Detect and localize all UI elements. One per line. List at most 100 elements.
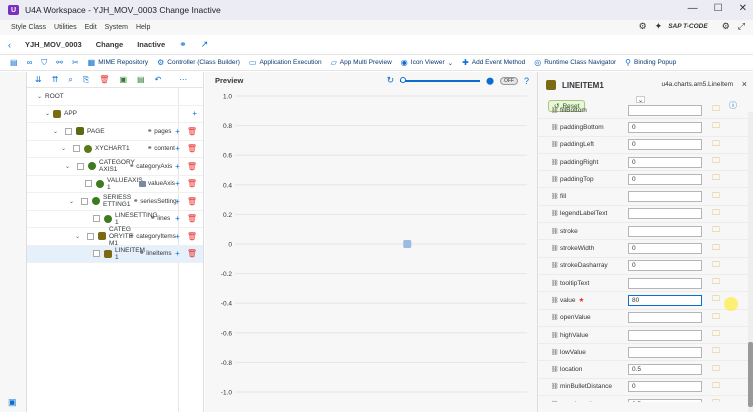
node-checkbox[interactable] bbox=[73, 145, 80, 153]
search-icon[interactable]: ⌕ bbox=[68, 75, 72, 85]
scrollbar-thumb[interactable] bbox=[748, 342, 753, 407]
collapse-icon[interactable]: ⌄ bbox=[61, 145, 69, 152]
help-icon[interactable]: ? bbox=[524, 76, 529, 86]
zoom-max-icon[interactable]: ⬤ bbox=[486, 77, 494, 85]
maximize-icon[interactable]: ☐ bbox=[714, 3, 723, 14]
delete-node-icon[interactable]: 🗑 bbox=[187, 249, 197, 258]
add-child-icon[interactable]: + bbox=[175, 144, 180, 153]
add-child-icon[interactable]: + bbox=[175, 162, 180, 171]
menu-utilities[interactable]: Utilities bbox=[54, 24, 77, 31]
delete-node-icon[interactable]: 🗑 bbox=[187, 144, 197, 153]
property-value-input[interactable]: 0 bbox=[628, 139, 702, 151]
property-value-input[interactable]: 0.5 bbox=[628, 398, 702, 402]
node-checkbox[interactable] bbox=[87, 232, 94, 240]
add-child-icon[interactable]: + bbox=[192, 109, 197, 118]
property-value-input[interactable] bbox=[628, 346, 702, 358]
preview-toggle[interactable]: OFF bbox=[499, 76, 518, 85]
property-value-input[interactable]: 0.5 bbox=[628, 364, 702, 376]
delete-node-icon[interactable]: 🗑 bbox=[187, 179, 197, 188]
collapse-icon[interactable]: ⌄ bbox=[69, 198, 77, 205]
binding-folder-icon[interactable]: 🗀 bbox=[712, 276, 720, 290]
preferences-gear-icon[interactable]: ⚙ bbox=[722, 21, 730, 32]
node-checkbox[interactable] bbox=[93, 215, 100, 223]
menu-style-class[interactable]: Style Class bbox=[11, 24, 46, 31]
expand-all-icon[interactable]: ⇊ bbox=[35, 75, 42, 84]
property-value-input[interactable] bbox=[628, 277, 702, 289]
minimize-icon[interactable]: — bbox=[688, 3, 698, 14]
app-multi-preview-button[interactable]: ▱ App Multi Preview bbox=[331, 58, 392, 67]
tree-row-line-item[interactable]: LINEITEM 1 ⚭ lineItems + 🗑 bbox=[27, 245, 203, 263]
link-icon[interactable]: ∞ bbox=[27, 58, 33, 67]
property-value-input[interactable]: 0 bbox=[628, 121, 702, 133]
tree-row-app[interactable]: ⌄ APP + bbox=[27, 106, 203, 123]
menu-edit[interactable]: Edit bbox=[85, 24, 97, 31]
collapse-icon[interactable]: ⌄ bbox=[65, 163, 73, 170]
property-value-input[interactable]: 0 bbox=[628, 243, 702, 255]
binding-folder-icon[interactable]: 🗀 bbox=[712, 190, 720, 204]
delete-icon[interactable]: 🗑 bbox=[99, 75, 109, 84]
binding-folder-icon[interactable]: 🗀 bbox=[712, 155, 720, 169]
property-value-input[interactable] bbox=[628, 329, 702, 341]
binding-folder-icon[interactable]: 🗀 bbox=[712, 311, 720, 325]
settings-gear-icon[interactable]: ⚙ bbox=[639, 21, 647, 32]
property-value-input[interactable]: 0 bbox=[628, 173, 702, 185]
expand-icon[interactable]: ⤢ bbox=[738, 21, 745, 32]
back-chevron-icon[interactable]: ‹ bbox=[8, 40, 11, 50]
tree-row-root[interactable]: ⌄ ROOT bbox=[27, 88, 203, 106]
node-checkbox[interactable] bbox=[85, 180, 92, 188]
zoom-slider-thumb[interactable] bbox=[400, 76, 407, 83]
tools-icon[interactable]: ✂ bbox=[72, 58, 79, 67]
icon-viewer-button[interactable]: ◉ Icon Viewer ⌄ bbox=[401, 58, 453, 67]
add-child-icon[interactable]: + bbox=[175, 179, 180, 188]
move-icon[interactable]: ▤ bbox=[137, 75, 145, 84]
property-value-input[interactable] bbox=[628, 208, 702, 220]
add-event-method-button[interactable]: ✚ Add Event Method bbox=[462, 58, 525, 67]
delete-node-icon[interactable]: 🗑 bbox=[187, 214, 197, 223]
node-checkbox[interactable] bbox=[77, 162, 84, 170]
property-value-input[interactable]: 80 bbox=[628, 294, 738, 311]
controller-class-builder-button[interactable]: ⚙ Controller (Class Builder) bbox=[157, 58, 240, 67]
binding-popup-button[interactable]: ⚲ Binding Popup bbox=[625, 58, 676, 67]
help-book-icon[interactable]: ▣ bbox=[8, 397, 17, 408]
binding-folder-icon[interactable]: 🗀 bbox=[712, 207, 720, 221]
binding-folder-icon[interactable]: 🗀 bbox=[712, 397, 720, 402]
binding-folder-icon[interactable]: 🗀 bbox=[712, 172, 720, 186]
properties-scrollbar[interactable] bbox=[748, 112, 753, 412]
zoom-slider[interactable] bbox=[400, 76, 481, 83]
collapse-icon[interactable]: ⌄ bbox=[75, 233, 83, 240]
tree-row-xychart[interactable]: ⌄ XYCHART1 ⚭ content + 🗑 bbox=[27, 141, 203, 158]
binding-folder-icon[interactable]: 🗀 bbox=[712, 224, 720, 238]
binding-folder-icon[interactable]: 🗀 bbox=[712, 380, 720, 394]
shield-icon[interactable]: ⛉ bbox=[41, 58, 47, 68]
node-checkbox[interactable] bbox=[81, 197, 88, 205]
tree-row-page[interactable]: ⌄ PAGE ⚭ pages + 🗑 bbox=[27, 123, 203, 141]
sap-tcode-icon[interactable]: ✦ bbox=[655, 21, 663, 32]
add-child-icon[interactable]: + bbox=[175, 214, 180, 223]
more-icon[interactable]: ⋯ bbox=[179, 75, 187, 84]
paste-icon[interactable]: ▣ bbox=[119, 75, 127, 84]
collapse-all-icon[interactable]: ⇈ bbox=[52, 75, 59, 84]
copy-icon[interactable]: ⎘ bbox=[83, 75, 89, 85]
sync-icon[interactable]: ⚯ bbox=[56, 58, 63, 67]
tree-row-value-axis[interactable]: VALUEAXIS 1 valueAxis + 🗑 bbox=[27, 176, 203, 193]
property-value-input[interactable]: 0 bbox=[628, 381, 702, 393]
property-value-input[interactable]: 0 bbox=[628, 260, 702, 272]
add-child-icon[interactable]: + bbox=[175, 127, 180, 136]
delete-node-icon[interactable]: 🗑 bbox=[187, 162, 197, 171]
close-properties-icon[interactable]: × bbox=[742, 79, 747, 89]
node-checkbox[interactable] bbox=[65, 127, 72, 135]
binding-folder-icon[interactable]: 🗀 bbox=[712, 293, 720, 307]
collapse-icon[interactable]: ⌄ bbox=[37, 93, 45, 100]
binding-folder-icon[interactable]: 🗀 bbox=[712, 363, 720, 377]
add-child-icon[interactable]: + bbox=[175, 249, 180, 258]
layout-icon[interactable]: ▤ bbox=[10, 58, 18, 67]
delete-node-icon[interactable]: 🗑 bbox=[187, 197, 197, 206]
property-value-input[interactable] bbox=[628, 191, 702, 203]
binding-folder-icon[interactable]: 🗀 bbox=[712, 242, 720, 256]
collapse-icon[interactable]: ⌄ bbox=[45, 110, 53, 117]
application-execution-button[interactable]: ▭ Application Execution bbox=[249, 58, 322, 67]
binding-folder-icon[interactable]: 🗀 bbox=[712, 345, 720, 359]
binding-folder-icon[interactable]: 🗀 bbox=[712, 259, 720, 273]
tree-row-category-axis[interactable]: ⌄ CATEGORY AXIS1 ⚭ categoryAxis + 🗑 bbox=[27, 158, 203, 176]
menu-system[interactable]: System bbox=[105, 24, 128, 31]
